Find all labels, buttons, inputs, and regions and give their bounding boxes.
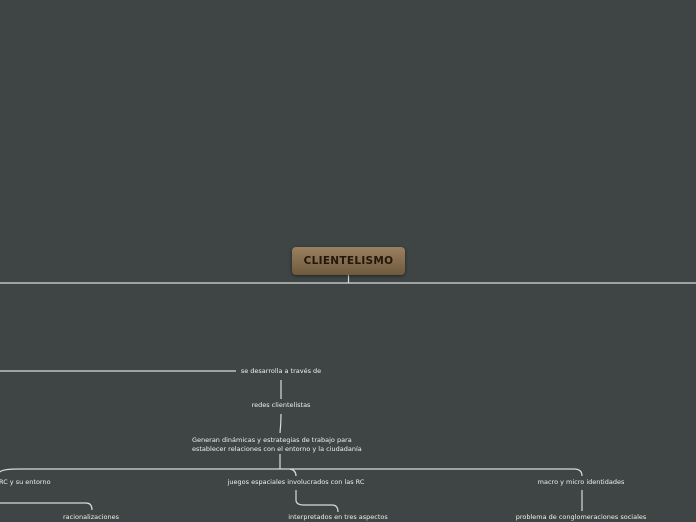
node-desarrolla[interactable]: se desarrolla a través de bbox=[241, 367, 321, 376]
node-generan-line-1: Generan dinámicas y estrategias de traba… bbox=[192, 436, 352, 444]
node-macro-micro[interactable]: macro y micro identidades bbox=[538, 478, 625, 487]
connector-juegos-interpretados bbox=[295, 490, 339, 513]
node-rc-entorno[interactable]: RC y su entorno bbox=[0, 478, 51, 487]
connector-branch-juegos bbox=[289, 468, 297, 477]
node-generan-dinamicas[interactable]: Generan dinámicas y estrategias de traba… bbox=[192, 436, 362, 453]
root-node-clientelismo[interactable]: CLIENTELISMO bbox=[292, 247, 405, 275]
connector-redes-generan bbox=[279, 413, 282, 434]
connector-rc-racionalizaciones bbox=[0, 502, 93, 511]
node-juegos-espaciales[interactable]: juegos espaciales involucrados con las R… bbox=[228, 478, 365, 487]
connector-branch-bus bbox=[0, 468, 583, 477]
node-problema-conglomeraciones[interactable]: problema de conglomeraciones sociales bbox=[516, 513, 647, 522]
node-redes-clientelistas[interactable]: redes clientelistas bbox=[252, 401, 311, 410]
node-interpretados[interactable]: interpretados en tres aspectos bbox=[288, 513, 388, 522]
node-racionalizaciones[interactable]: racionalizaciones bbox=[63, 513, 119, 522]
node-generan-line-2: establecer relaciones con el entorno y l… bbox=[192, 444, 362, 453]
